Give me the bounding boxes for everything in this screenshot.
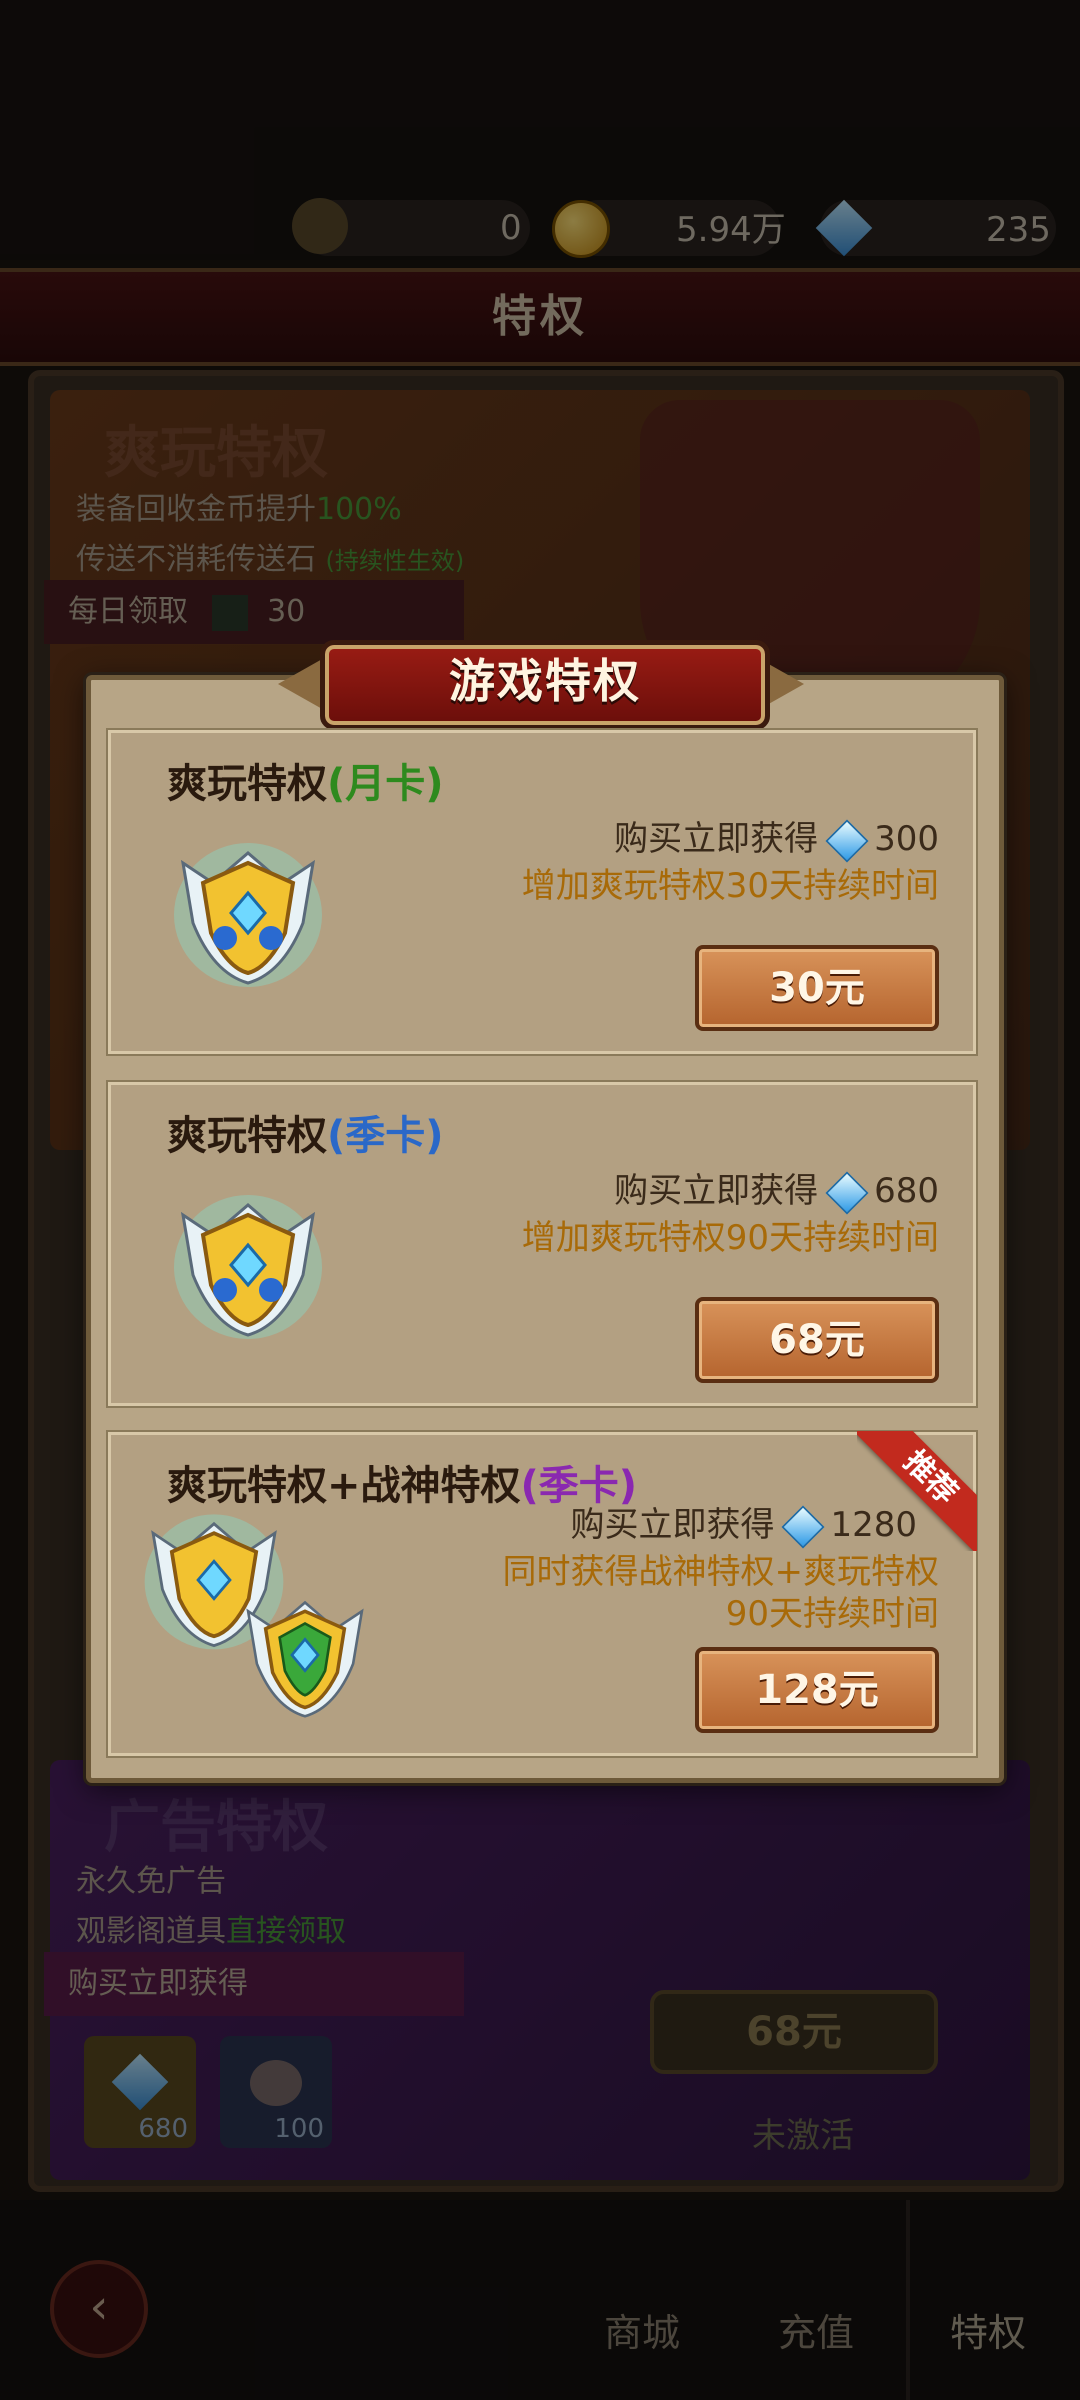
instant-gain-amount: 680 (874, 1171, 939, 1211)
gold-shield-emblem-icon (174, 843, 322, 987)
offer-month-card: 爽玩特权(月卡) 购买立即获得 300 增加爽玩特权30天持续时间 30元 (108, 730, 976, 1054)
offer-description: 增加爽玩特权90天持续时间 (522, 1217, 939, 1259)
gold-shield-emblem-icon (174, 1195, 322, 1339)
offer-season-card: 爽玩特权(季卡) 购买立即获得 680 增加爽玩特权90天持续时间 68元 (108, 1082, 976, 1406)
offer-description-line2: 90天持续时间 (725, 1594, 939, 1634)
instant-gain-amount: 1280 (830, 1505, 917, 1545)
offer-combo-season-card: 推荐 爽玩特权+战神特权(季卡) 购买立即获得 1280 同时获得战神特权+爽玩特… (108, 1431, 977, 1756)
diamond-icon (825, 819, 869, 862)
offer-title: 爽玩特权(月卡) (167, 751, 444, 809)
instant-gain: 购买立即获得 300 (614, 811, 939, 862)
offer-tag: (季卡) (327, 1113, 444, 1159)
offer-description-line1: 增加爽玩特权30天持续时间 (521, 866, 939, 906)
offer-tag: (月卡) (327, 761, 444, 807)
instant-gain-label: 购买立即获得 (614, 1171, 819, 1211)
offer-title: 爽玩特权(季卡) (167, 1103, 444, 1161)
diamond-icon (825, 1171, 869, 1214)
dialog-title-banner: 游戏特权 (320, 640, 770, 730)
offer-name: 爽玩特权 (167, 1113, 327, 1159)
offer-description-line1: 同时获得战神特权+爽玩特权 (502, 1552, 940, 1592)
green-war-god-emblem-icon (246, 1600, 364, 1718)
offer-name: 爽玩特权+战神特权 (167, 1463, 521, 1509)
instant-gain: 购买立即获得 680 (614, 1163, 939, 1214)
instant-gain: 购买立即获得 1280 (570, 1497, 917, 1548)
offer-name: 爽玩特权 (167, 761, 327, 807)
offer-title: 爽玩特权+战神特权(季卡) (167, 1453, 637, 1511)
diamond-icon (781, 1505, 825, 1548)
offer-description: 增加爽玩特权30天持续时间 (522, 865, 939, 907)
offer-description: 同时获得战神特权+爽玩特权 90天持续时间 (503, 1551, 940, 1635)
buy-month-card-button[interactable]: 30元 (695, 945, 939, 1031)
dialog-title: 游戏特权 (449, 654, 641, 708)
offer-description-line1: 增加爽玩特权90天持续时间 (521, 1218, 939, 1258)
instant-gain-label: 购买立即获得 (570, 1505, 775, 1545)
title-wing-left (278, 658, 324, 710)
instant-gain-label: 购买立即获得 (614, 819, 819, 859)
buy-season-card-button[interactable]: 68元 (695, 1297, 939, 1383)
buy-combo-season-card-button[interactable]: 128元 (695, 1647, 939, 1733)
instant-gain-amount: 300 (874, 819, 939, 859)
